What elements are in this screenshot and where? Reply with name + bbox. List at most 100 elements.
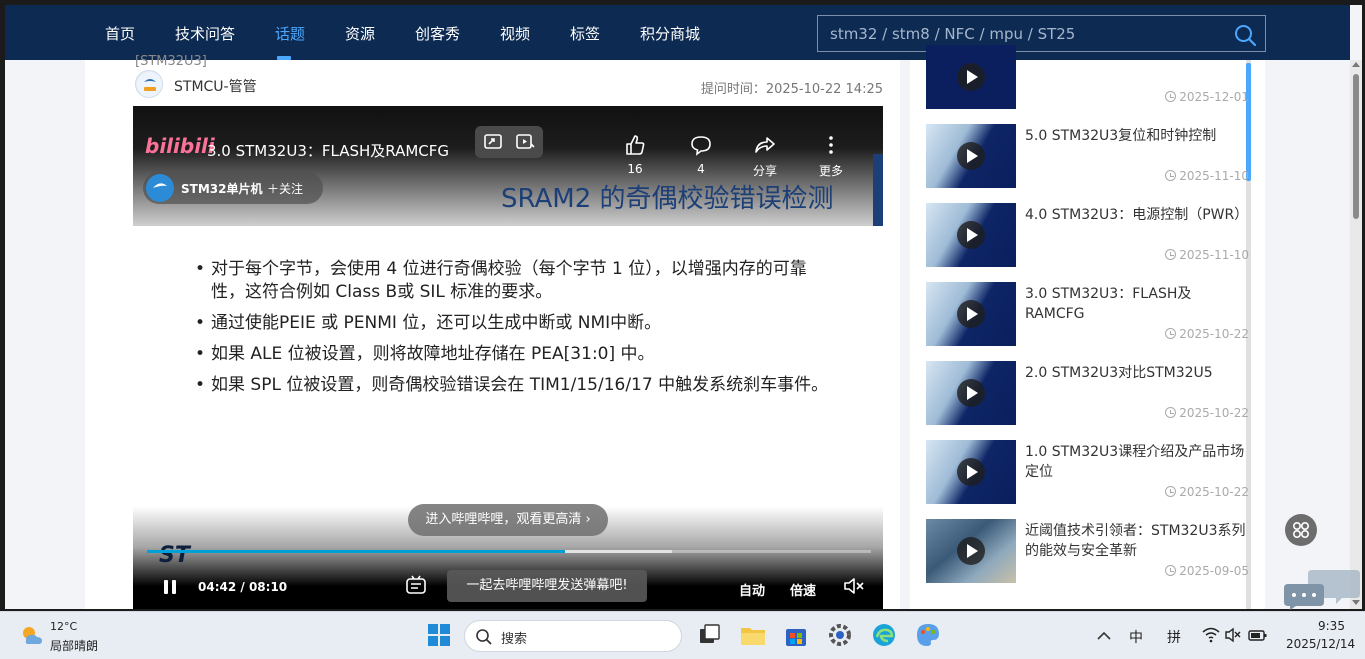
nav-item-video[interactable]: 视频: [500, 23, 530, 44]
channel-avatar: [146, 174, 174, 202]
share-label: 分享: [752, 164, 777, 178]
nav-item-topics[interactable]: 话题: [275, 23, 305, 44]
channel-name: STM32单片机: [181, 182, 263, 196]
weather-temperature[interactable]: 12°C: [50, 620, 77, 633]
file-explorer-icon[interactable]: [738, 620, 768, 650]
pause-icon[interactable]: [161, 578, 179, 596]
speed-button[interactable]: 倍速: [790, 580, 816, 599]
page-scrollbar[interactable]: [1350, 60, 1362, 609]
author-name[interactable]: STMCU-管管: [174, 76, 257, 96]
related-video-date: 2025-09-05: [1165, 564, 1249, 578]
follow-button[interactable]: ＋关注: [267, 180, 303, 197]
windows-start-icon[interactable]: [424, 620, 454, 650]
related-video-thumbnail[interactable]: [926, 282, 1016, 346]
play-icon: [957, 537, 985, 565]
related-video-thumbnail[interactable]: [926, 440, 1016, 504]
related-video-title[interactable]: 1.0 STM32U3课程介绍及产品市场定位: [1025, 442, 1250, 482]
taskbar-search[interactable]: 搜索: [464, 620, 682, 652]
ime-language[interactable]: 中: [1129, 627, 1143, 647]
related-video-thumbnail[interactable]: [926, 45, 1016, 109]
nav-item-points-mall[interactable]: 积分商城: [640, 23, 700, 44]
nav-item-tags[interactable]: 标签: [570, 23, 600, 44]
comment-button[interactable]: 4: [681, 134, 721, 176]
partly-sunny-icon[interactable]: [18, 622, 44, 648]
nav-item-home[interactable]: 首页: [105, 23, 135, 44]
task-view-icon[interactable]: [694, 620, 724, 650]
related-video-item[interactable]: 2025-12-01: [921, 45, 1251, 111]
progress-bar[interactable]: [147, 550, 871, 553]
related-video-title[interactable]: 近阈值技术引领者：STM32U3系列的能效与安全革新: [1025, 521, 1250, 561]
related-video-item[interactable]: 3.0 STM32U3：FLASH及RAMCFG 2025-10-22: [921, 282, 1251, 348]
author-avatar[interactable]: [135, 70, 163, 98]
related-video-item[interactable]: 近阈值技术引领者：STM32U3系列的能效与安全革新 2025-09-05: [921, 519, 1251, 585]
ime-mode[interactable]: 拼: [1167, 627, 1181, 647]
mini-player-icon[interactable]: [515, 132, 535, 152]
related-video-title[interactable]: 3.0 STM32U3：FLASH及RAMCFG: [1025, 284, 1250, 324]
quality-button[interactable]: 自动: [739, 580, 765, 599]
comment-icon: [691, 136, 711, 156]
danmaku-toggle-icon[interactable]: [405, 574, 427, 596]
related-video-thumbnail[interactable]: [926, 361, 1016, 425]
related-video-date: 2025-10-22: [1165, 406, 1249, 420]
related-video-title[interactable]: 5.0 STM32U3复位和时钟控制: [1025, 126, 1250, 146]
related-video-title[interactable]: 2.0 STM32U3对比STM32U5: [1025, 363, 1250, 383]
post-header-clipped: [STM32U3]: [135, 54, 207, 69]
play-icon: [957, 379, 985, 407]
bilibili-logo[interactable]: bilibili: [145, 134, 215, 158]
nav-item-maker[interactable]: 创客秀: [415, 23, 460, 44]
slide-accent-bar: [873, 154, 883, 226]
chat-support-icon[interactable]: [1282, 566, 1362, 610]
st-brand-logo: ST: [159, 543, 190, 568]
video-title[interactable]: 3.0 STM32U3：FLASH及RAMCFG: [207, 140, 449, 161]
search-input[interactable]: [830, 23, 1210, 45]
nav-item-resources[interactable]: 资源: [345, 23, 375, 44]
wifi-icon[interactable]: [1202, 626, 1220, 644]
search-icon[interactable]: [1233, 23, 1257, 47]
weather-description[interactable]: 局部晴朗: [50, 637, 98, 654]
related-video-title[interactable]: 4.0 STM32U3：电源控制（PWR）: [1025, 205, 1250, 225]
floating-menu-button[interactable]: [1285, 514, 1317, 546]
volume-muted-icon[interactable]: [1224, 626, 1242, 644]
page-scroll-thumb[interactable]: [1353, 74, 1359, 219]
related-video-date: 2025-10-22: [1165, 327, 1249, 341]
related-video-item[interactable]: 2.0 STM32U3对比STM32U5 2025-10-22: [921, 361, 1251, 427]
related-video-thumbnail[interactable]: [926, 124, 1016, 188]
play-icon: [957, 221, 985, 249]
taskbar-clock-time[interactable]: 9:35: [1318, 619, 1345, 633]
battery-icon[interactable]: [1248, 626, 1268, 644]
related-video-thumbnail[interactable]: [926, 519, 1016, 583]
pip-icon[interactable]: [483, 132, 503, 152]
comment-count: 4: [697, 162, 705, 176]
clock-icon: [1165, 249, 1177, 260]
related-video-thumbnail[interactable]: [926, 203, 1016, 267]
current-time: 04:42: [198, 580, 237, 594]
play-icon: [957, 458, 985, 486]
clock-icon: [1165, 328, 1177, 339]
video-player[interactable]: SRAM2 的奇偶校验错误检测 bilibili 3.0 STM32U3：FLA…: [133, 106, 883, 609]
mute-icon[interactable]: [843, 576, 865, 596]
danmaku-input[interactable]: 一起去哔哩哔哩发送弹幕吧!: [447, 570, 647, 602]
slide-title: SRAM2 的奇偶校验错误检测: [501, 184, 834, 214]
channel-badge[interactable]: STM32单片机 ＋关注: [143, 172, 323, 204]
microsoft-store-icon[interactable]: [781, 620, 811, 650]
related-video-date: 2025-12-01: [1165, 90, 1249, 104]
like-button[interactable]: 16: [615, 134, 655, 176]
scroll-up-arrow-icon[interactable]: [1352, 62, 1360, 67]
search-icon: [476, 629, 492, 645]
paint-app-icon[interactable]: [913, 620, 943, 650]
share-button[interactable]: 分享: [745, 134, 785, 179]
related-video-date: 2025-10-22: [1165, 485, 1249, 499]
slide-bullet: 如果 SPL 位被设置，则奇偶校验错误会在 TIM1/15/16/17 中触发系…: [195, 374, 835, 397]
related-video-item[interactable]: 5.0 STM32U3复位和时钟控制 2025-11-10: [921, 124, 1251, 190]
edge-browser-icon[interactable]: [869, 620, 899, 650]
related-video-item[interactable]: 1.0 STM32U3课程介绍及产品市场定位 2025-10-22: [921, 440, 1251, 506]
tray-overflow-chevron-icon[interactable]: [1092, 624, 1116, 648]
open-in-bilibili-button[interactable]: 进入哔哩哔哩，观看更高清 ›: [408, 504, 608, 536]
play-icon: [957, 142, 985, 170]
settings-gear-icon[interactable]: [825, 620, 855, 650]
nav-item-qa[interactable]: 技术问答: [175, 23, 235, 44]
clock-icon: [1165, 565, 1177, 576]
related-video-item[interactable]: 4.0 STM32U3：电源控制（PWR） 2025-11-10: [921, 203, 1251, 269]
more-button[interactable]: 更多: [811, 134, 851, 179]
taskbar-clock-date[interactable]: 2025/12/14: [1286, 637, 1355, 651]
